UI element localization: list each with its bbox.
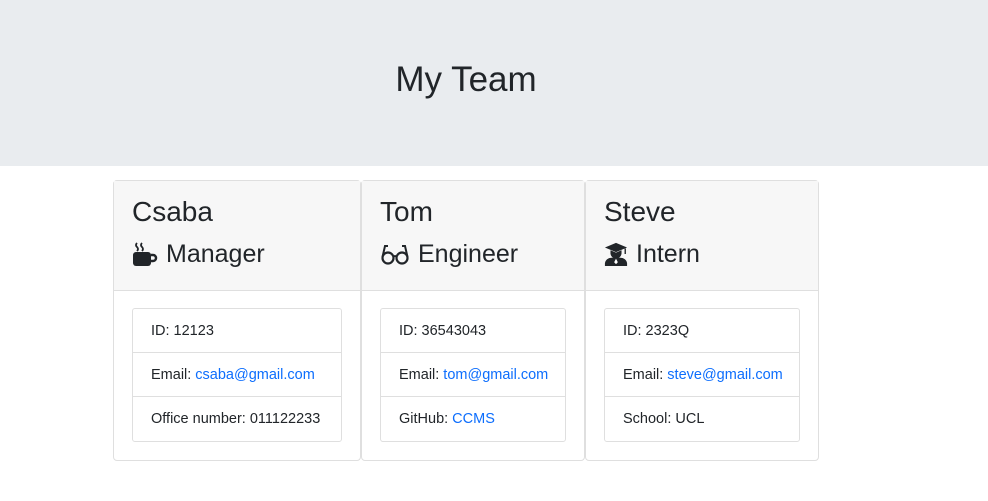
employee-name: Steve [604,196,676,227]
card-header: Steve Intern [586,181,818,291]
card-header: Csaba Manager [114,181,360,291]
email-item: Email: csaba@gmail.com [133,353,341,397]
id-text: ID: 2323Q [623,322,690,339]
employee-card-intern: Steve Intern ID: 2323Q Email: steve@gmai… [585,180,819,461]
email-link[interactable]: steve@gmail.com [667,367,782,383]
page-title: My Team [395,60,537,99]
role-label: Manager [166,240,265,268]
employee-name: Tom [380,196,433,227]
role-row: Engineer [380,237,518,271]
employee-card-manager: Csaba Manager ID: 12123 Email: csaba@gma… [113,180,361,461]
email-label: Email: [623,366,664,383]
graduate-icon [604,242,628,266]
email-item: Email: tom@gmail.com [381,353,565,397]
card-header: Tom Engineer [362,181,584,291]
email-label: Email: [151,366,192,383]
coffee-mug-icon [133,242,158,266]
email-label: Email: [399,366,440,383]
office-number-text: Office number: 011122233 [151,411,321,427]
header-banner: My Team [0,0,988,166]
school-item: School: UCL [605,397,799,441]
email-item: Email: steve@gmail.com [605,353,799,397]
role-label: Intern [636,240,700,268]
id-item: ID: 12123 [133,309,341,353]
info-list: ID: 12123 Email: csaba@gmail.com Office … [132,308,342,442]
id-text: ID: 12123 [151,322,214,339]
email-link[interactable]: tom@gmail.com [443,367,548,383]
school-text: School: UCL [623,411,705,427]
id-text: ID: 36543043 [399,322,487,339]
id-item: ID: 36543043 [381,309,565,353]
info-list: ID: 2323Q Email: steve@gmail.com School:… [604,308,800,442]
employee-card-engineer: Tom Engineer ID: 36543043 Email: tom@gma… [361,180,585,461]
github-item: GitHub: CCMS [381,397,565,441]
glasses-icon [381,245,409,265]
github-link[interactable]: CCMS [452,411,495,427]
office-number-item: Office number: 011122233 [133,397,341,441]
email-link[interactable]: csaba@gmail.com [195,367,314,383]
role-row: Intern [604,237,700,271]
info-list: ID: 36543043 Email: tom@gmail.com GitHub… [380,308,566,442]
github-label: GitHub: [399,411,449,427]
id-item: ID: 2323Q [605,309,799,353]
role-label: Engineer [418,240,519,268]
role-row: Manager [132,237,265,271]
employee-name: Csaba [132,196,213,227]
